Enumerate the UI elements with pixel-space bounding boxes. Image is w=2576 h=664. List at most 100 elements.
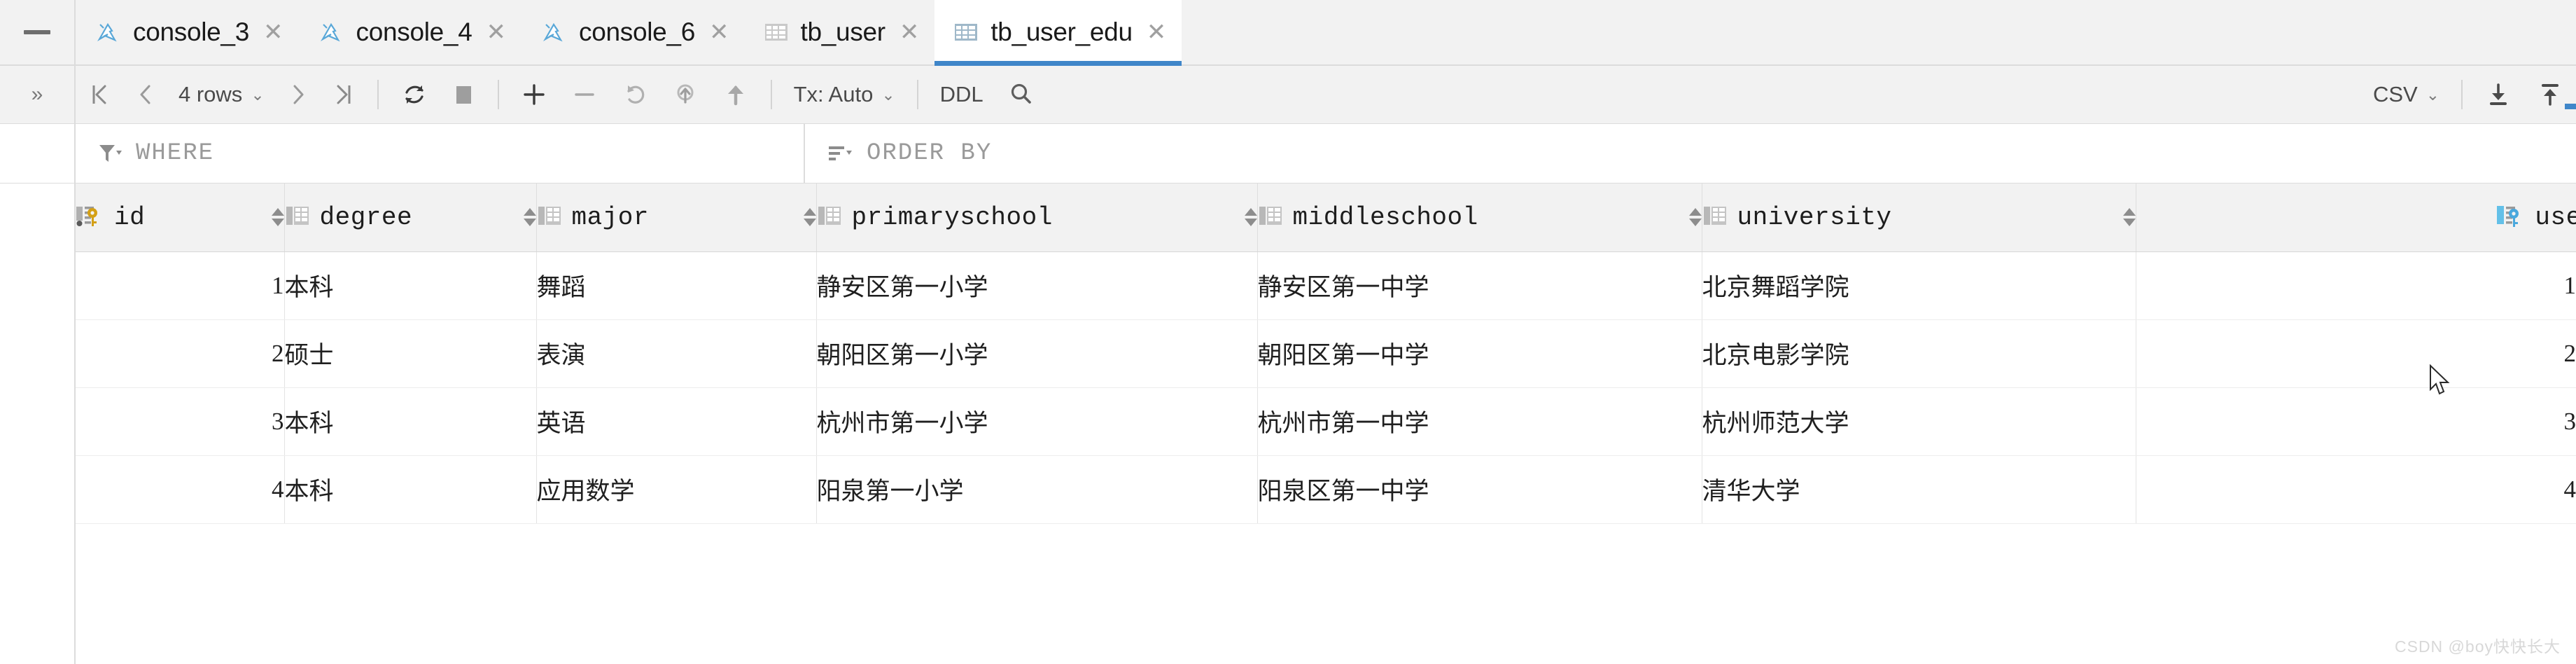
last-page-button[interactable]: [320, 66, 368, 123]
tab-label: console_3: [133, 18, 249, 46]
ddl-button[interactable]: DDL: [928, 66, 995, 123]
search-icon: [1011, 83, 1031, 104]
cell-userid[interactable]: 4: [2136, 455, 2576, 524]
tab-label: console_6: [579, 18, 695, 46]
export-format-selector[interactable]: CSV ⌄: [2361, 66, 2451, 123]
cell-major[interactable]: 表演: [536, 319, 817, 388]
execution-group: [388, 66, 488, 123]
cell-userid[interactable]: 2: [2136, 319, 2576, 388]
cell-university[interactable]: 北京电影学院: [1702, 319, 2136, 388]
tab-label: tb_user_edu: [990, 18, 1133, 46]
reload-button[interactable]: [388, 66, 440, 123]
cell-userid[interactable]: 3: [2136, 387, 2576, 456]
table-row[interactable]: 4 4 本科 应用数学 阳泉第一小学 阳泉区第一中学 清华大学 4: [0, 455, 2576, 524]
table-row[interactable]: 2 2 硕士 表演 朝阳区第一小学 朝阳区第一中学 北京电影学院 2: [0, 319, 2576, 388]
pagination-group: 4 rows ⌄: [76, 66, 368, 123]
close-icon[interactable]: ✕: [897, 20, 920, 44]
order-by-filter-input[interactable]: ORDER BY: [805, 124, 2576, 183]
cell-primaryschool[interactable]: 朝阳区第一小学: [816, 319, 1258, 388]
stop-button[interactable]: [440, 66, 488, 123]
sort-toggle-icon[interactable]: [523, 208, 536, 227]
close-icon[interactable]: ✕: [260, 20, 284, 44]
grid-left-rail: [0, 184, 76, 664]
cell-university[interactable]: 杭州师范大学: [1702, 387, 2136, 456]
search-button[interactable]: [995, 66, 1047, 123]
where-filter-input[interactable]: WHERE: [76, 124, 805, 183]
tab-tb_user[interactable]: tb_user ✕: [745, 0, 935, 64]
cell-middleschool[interactable]: 静安区第一中学: [1257, 251, 1702, 320]
transaction-mode-selector[interactable]: Tx: Auto ⌄: [782, 66, 907, 123]
cell-middleschool[interactable]: 朝阳区第一中学: [1257, 319, 1702, 388]
cell-degree[interactable]: 硕士: [284, 319, 537, 388]
close-icon[interactable]: ✕: [484, 20, 507, 44]
next-page-icon: [293, 85, 304, 104]
cell-middleschool[interactable]: 阳泉区第一中学: [1257, 455, 1702, 524]
upload-button[interactable]: [710, 66, 761, 123]
column-header-university[interactable]: university: [1702, 184, 2136, 252]
row-count-selector[interactable]: 4 rows ⌄: [167, 66, 276, 123]
cell-id[interactable]: 3: [74, 387, 285, 456]
column-icon: [285, 204, 310, 231]
row-count-label: 4 rows: [178, 82, 243, 106]
prev-page-button[interactable]: [123, 66, 167, 123]
revert-changes-button[interactable]: [610, 66, 660, 123]
primary-key-icon: [75, 202, 104, 233]
cell-degree[interactable]: 本科: [284, 387, 537, 456]
import-icon: [2542, 84, 2558, 106]
table-row[interactable]: 1 1 本科 舞蹈 静安区第一小学 静安区第一中学 北京舞蹈学院 1: [0, 251, 2576, 320]
column-header-degree[interactable]: degree: [284, 184, 537, 252]
tab-tb_user_edu[interactable]: tb_user_edu ✕: [934, 0, 1182, 66]
delete-row-button[interactable]: [559, 66, 610, 123]
import-button[interactable]: [2524, 66, 2576, 123]
tab-label: tb_user: [800, 18, 886, 46]
chevron-down-icon: ⌄: [881, 85, 895, 104]
submit-changes-button[interactable]: [660, 66, 710, 123]
column-name: primaryschool: [851, 202, 1053, 232]
cell-university[interactable]: 北京舞蹈学院: [1702, 251, 2136, 320]
window-minimize-button[interactable]: [0, 0, 76, 64]
sort-toggle-icon[interactable]: [1244, 208, 1256, 227]
cell-primaryschool[interactable]: 阳泉第一小学: [816, 455, 1258, 524]
cell-middleschool[interactable]: 杭州市第一中学: [1257, 387, 1702, 456]
cell-primaryschool[interactable]: 杭州市第一小学: [816, 387, 1258, 456]
sort-toggle-icon[interactable]: [2122, 208, 2135, 227]
console-icon: [540, 18, 568, 46]
cell-major[interactable]: 应用数学: [536, 455, 817, 524]
tab-console_4[interactable]: console_4 ✕: [299, 0, 522, 64]
sort-toggle-icon[interactable]: [803, 208, 816, 227]
table-icon: [953, 19, 979, 46]
table-icon: [763, 19, 790, 46]
cell-userid[interactable]: 1: [2136, 251, 2576, 320]
column-header-primaryschool[interactable]: primaryschool: [816, 184, 1258, 252]
sort-toggle-icon[interactable]: [271, 208, 284, 227]
toolbar-expand-button[interactable]: »: [0, 66, 76, 123]
table-row[interactable]: 3 3 本科 英语 杭州市第一小学 杭州市第一中学 杭州师范大学 3: [0, 387, 2576, 456]
cell-id[interactable]: 1: [74, 251, 285, 320]
add-row-button[interactable]: [509, 66, 559, 123]
filter-gutter: [0, 124, 76, 183]
revert-icon: [626, 85, 644, 104]
column-header-major[interactable]: major: [536, 184, 817, 252]
cell-degree[interactable]: 本科: [284, 251, 537, 320]
grid-toolbar: » 4 rows ⌄ Tx: Auto ⌄ DDL CSV ⌄: [0, 66, 2576, 124]
tab-console_3[interactable]: console_3 ✕: [76, 0, 299, 64]
column-header-userid[interactable]: userid: [2136, 184, 2576, 252]
column-header-middleschool[interactable]: middleschool: [1257, 184, 1702, 252]
cell-major[interactable]: 舞蹈: [536, 251, 817, 320]
close-icon[interactable]: ✕: [706, 20, 729, 44]
cell-major[interactable]: 英语: [536, 387, 817, 456]
cell-university[interactable]: 清华大学: [1702, 455, 2136, 524]
tab-console_6[interactable]: console_6 ✕: [522, 0, 745, 64]
first-page-button[interactable]: [76, 66, 123, 123]
column-header-id[interactable]: id: [74, 184, 285, 252]
column-name: major: [571, 202, 650, 232]
cell-primaryschool[interactable]: 静安区第一小学: [816, 251, 1258, 320]
cell-id[interactable]: 2: [74, 319, 285, 388]
minus-icon: [574, 93, 594, 96]
close-icon[interactable]: ✕: [1144, 20, 1167, 44]
cell-id[interactable]: 4: [74, 455, 285, 524]
cell-degree[interactable]: 本科: [284, 455, 537, 524]
download-button[interactable]: [2472, 66, 2524, 123]
next-page-button[interactable]: [276, 66, 320, 123]
sort-toggle-icon[interactable]: [1688, 208, 1701, 227]
